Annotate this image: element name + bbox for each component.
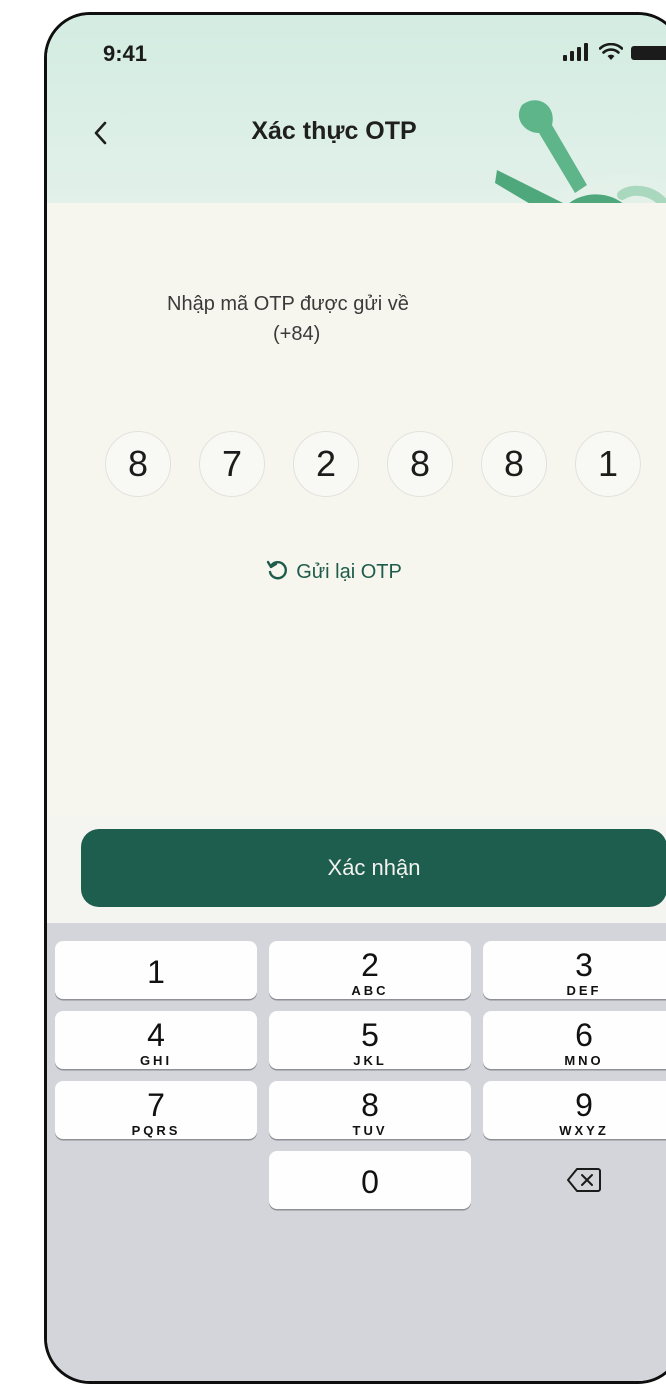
otp-digit[interactable]: 8 [387, 431, 453, 497]
key-letters: ABC [351, 983, 389, 998]
status-time: 9:41 [103, 41, 148, 66]
confirm-area: Xác nhận [47, 815, 666, 925]
otp-digit[interactable]: 1 [575, 431, 641, 497]
delete-key[interactable] [483, 1151, 666, 1209]
battery-icon [631, 46, 666, 60]
key-letters: TUV [352, 1123, 388, 1138]
key-8[interactable]: 8 TUV [269, 1081, 471, 1139]
key-number: 4 [147, 1017, 165, 1053]
instruction-phone-prefix: (+84) [273, 323, 321, 345]
page-title: Xác thực OTP [251, 117, 417, 145]
key-letters: JKL [353, 1053, 387, 1068]
key-number: 1 [147, 954, 165, 990]
key-number: 8 [361, 1087, 379, 1123]
key-number: 2 [361, 947, 379, 983]
backspace-icon [567, 1168, 601, 1192]
key-number: 9 [575, 1087, 593, 1123]
otp-digit[interactable]: 7 [199, 431, 265, 497]
signal-icon [563, 43, 593, 61]
key-number: 5 [361, 1017, 379, 1053]
key-letters: PQRS [131, 1123, 181, 1138]
key-letters: GHI [139, 1053, 173, 1068]
key-number: 3 [575, 947, 593, 983]
key-3[interactable]: 3 DEF [483, 941, 666, 999]
otp-content: Nhập mã OTP được gửi về (+84) 8 7 2 8 8 … [47, 203, 666, 803]
resend-otp-label: Gửi lại OTP [296, 561, 402, 583]
key-1[interactable]: 1 [55, 941, 257, 999]
key-2[interactable]: 2 ABC [269, 941, 471, 999]
key-letters: WXYZ [559, 1123, 609, 1138]
key-4[interactable]: 4 GHI [55, 1011, 257, 1069]
phone-frame: 9:41 Xác thực OTP Nhập mã OTP được gửi v… [44, 12, 666, 1384]
key-6[interactable]: 6 MNO [483, 1011, 666, 1069]
otp-digit[interactable]: 8 [105, 431, 171, 497]
otp-instruction: Nhập mã OTP được gửi về (+84) [167, 289, 567, 349]
key-9[interactable]: 9 WXYZ [483, 1081, 666, 1139]
resend-otp-button[interactable]: Gửi lại OTP [47, 559, 666, 584]
key-7[interactable]: 7 PQRS [55, 1081, 257, 1139]
refresh-icon [266, 560, 288, 580]
key-5[interactable]: 5 JKL [269, 1011, 471, 1069]
key-number: 7 [147, 1087, 165, 1123]
key-number: 0 [361, 1164, 379, 1200]
nav-bar: Xác thực OTP [47, 105, 666, 165]
otp-digit[interactable]: 2 [293, 431, 359, 497]
key-letters: MNO [564, 1053, 604, 1068]
key-letters: DEF [566, 983, 602, 998]
numeric-keyboard: 1 2 ABC 3 DEF 4 GHI 5 JKL 6 MNO 7 PQRS 8… [47, 923, 666, 1381]
key-number: 6 [575, 1017, 593, 1053]
instruction-line-1: Nhập mã OTP được gửi về [167, 293, 409, 315]
key-0[interactable]: 0 [269, 1151, 471, 1209]
wifi-icon [599, 43, 623, 60]
otp-digit[interactable]: 8 [481, 431, 547, 497]
confirm-button[interactable]: Xác nhận [81, 829, 666, 907]
